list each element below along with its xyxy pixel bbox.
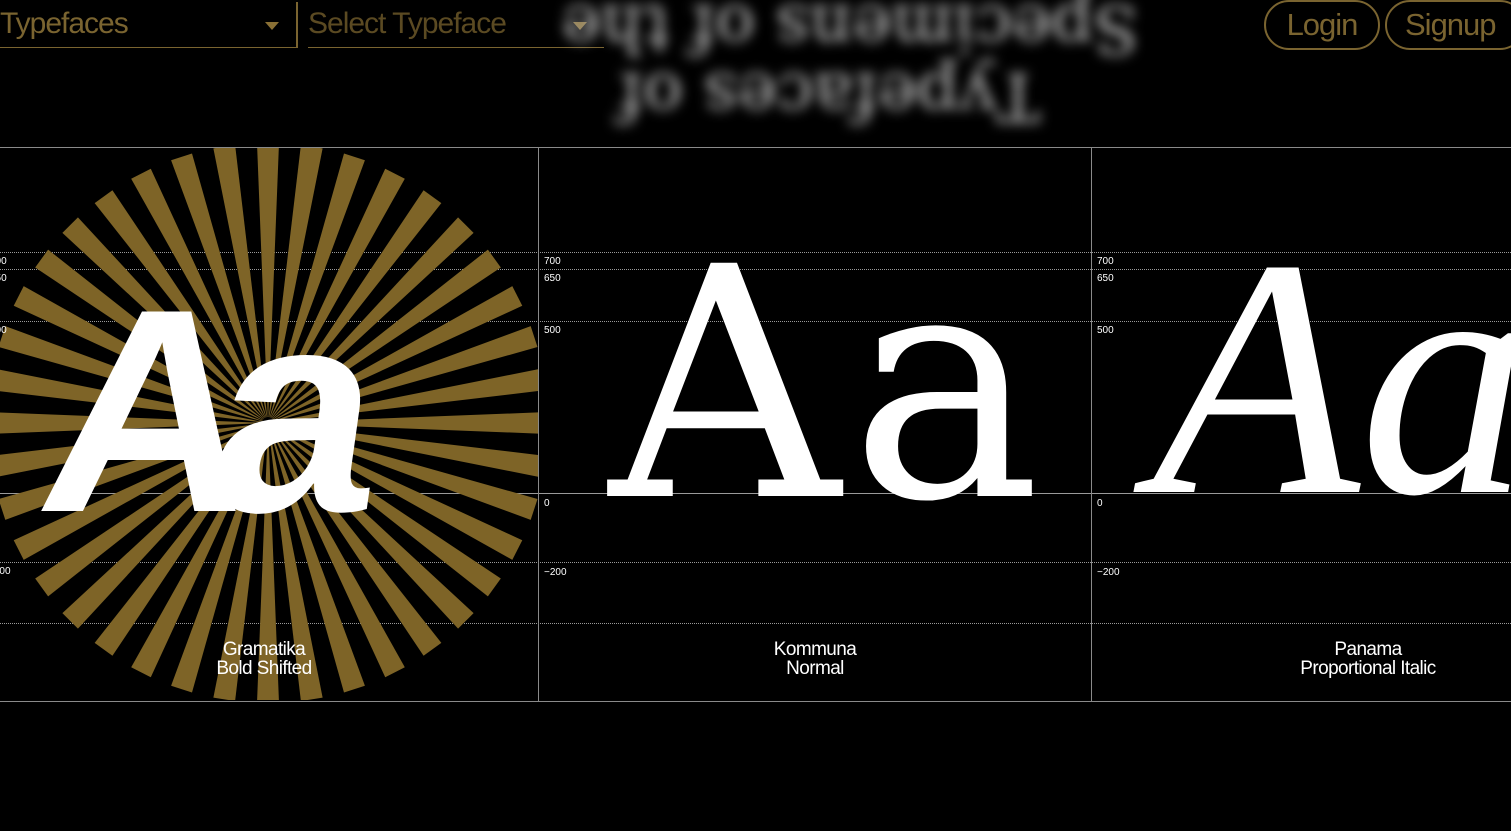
metric-label-cap-height: 650 bbox=[0, 273, 7, 284]
specimen-caption: Kommuna Normal bbox=[539, 640, 1091, 678]
metric-label-x-height: 500 bbox=[1097, 325, 1114, 336]
metric-label-ascender: 700 bbox=[1097, 256, 1114, 267]
nav-divider bbox=[296, 2, 298, 48]
metric-label-x-height: 500 bbox=[0, 325, 7, 336]
metric-label-ascender: 700 bbox=[0, 256, 7, 267]
specimen-family: Kommuna bbox=[773, 639, 857, 660]
typefaces-label: Typefaces bbox=[0, 6, 129, 40]
specimen-style: Proportional Italic bbox=[1300, 658, 1436, 679]
metric-label-cap-height: 650 bbox=[544, 273, 561, 284]
signup-button[interactable]: Signup bbox=[1385, 0, 1511, 50]
specimen-caption: Gramatika Bold Shifted bbox=[0, 640, 533, 678]
metric-label-ascender: 700 bbox=[544, 256, 561, 267]
specimen-card-gramatika[interactable]: Aa Gramatika Bold Shifted bbox=[0, 148, 538, 700]
metric-label-baseline: 0 bbox=[544, 498, 550, 509]
metric-label-cap-height: 650 bbox=[1097, 273, 1114, 284]
typefaces-dropdown[interactable]: Typefaces bbox=[0, 0, 296, 48]
specimen-style: Normal bbox=[786, 658, 844, 679]
column-divider bbox=[538, 147, 539, 701]
login-button[interactable]: Login bbox=[1264, 0, 1380, 50]
metric-label-baseline: 0 bbox=[1097, 498, 1103, 509]
specimen-card-panama[interactable]: Aa Panama Proportional Italic bbox=[1092, 148, 1511, 700]
background-heading-line-2: Typefaces of bbox=[618, 58, 1040, 135]
metric-label-descender: −200 bbox=[544, 567, 567, 578]
specimen-sample: Aa bbox=[1152, 189, 1511, 566]
specimen-card-kommuna[interactable]: Aa Kommuna Normal bbox=[539, 148, 1091, 700]
login-label: Login bbox=[1286, 7, 1359, 42]
column-divider bbox=[1091, 147, 1092, 701]
specimen-style: Bold Shifted bbox=[216, 658, 312, 679]
background-heading-line-1: Specimens of the bbox=[561, 0, 1139, 67]
specimen-sample: Aa bbox=[609, 200, 1051, 572]
specimen-family: Panama bbox=[1334, 639, 1402, 660]
metric-label-descender: −200 bbox=[0, 566, 11, 577]
metric-label-x-height: 500 bbox=[544, 325, 561, 336]
specimen-family: Gramatika bbox=[222, 639, 306, 660]
blurred-background-heading: Typefaces of Specimens of the bbox=[470, 0, 1230, 135]
specimen-sample: Aa bbox=[25, 249, 362, 573]
specimen-caption: Panama Proportional Italic bbox=[1092, 640, 1511, 678]
chevron-down-icon bbox=[265, 22, 279, 30]
signup-label: Signup bbox=[1405, 7, 1497, 42]
metric-label-descender: −200 bbox=[1097, 567, 1120, 578]
